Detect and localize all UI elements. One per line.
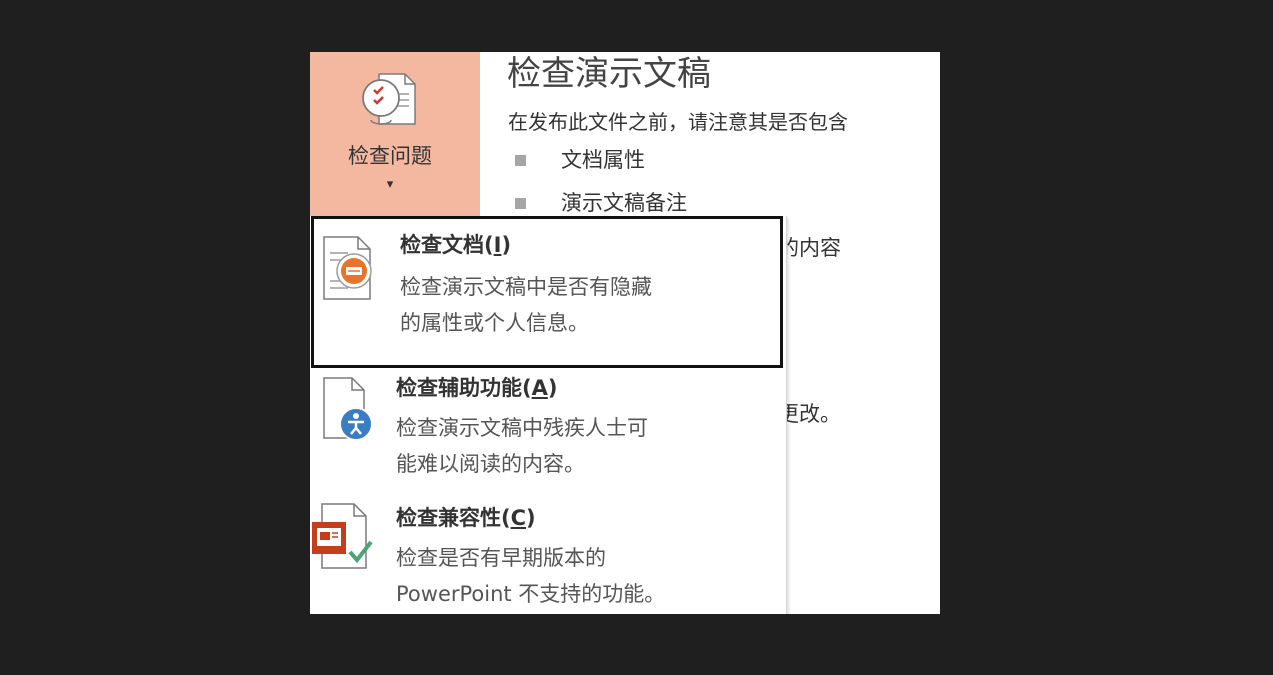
inspect-issues-menu: 检查文档(I) 检查演示文稿中是否有隐藏 的属性或个人信息。 检查辅助功能(A)… — [310, 216, 787, 614]
menu-item-check-compatibility[interactable]: 检查兼容性(C) 检查是否有早期版本的 PowerPoint 不支持的功能。 — [310, 498, 786, 614]
panel-description: 在发布此文件之前，请注意其是否包含 — [508, 110, 848, 134]
menu-item-description: 检查是否有早期版本的 PowerPoint 不支持的功能。 — [396, 546, 666, 606]
panel-title: 检查演示文稿 — [507, 54, 711, 94]
list-item: 文档属性 — [515, 144, 687, 187]
chevron-down-icon: ▾ — [386, 177, 394, 192]
compatibility-checker-icon — [312, 503, 373, 569]
menu-item-title: 检查兼容性(C) — [396, 506, 536, 530]
bullet-square-icon — [515, 155, 526, 166]
inspect-document-icon — [323, 236, 372, 300]
menu-item-title: 检查辅助功能(A) — [396, 376, 558, 400]
backstage-view: 检查演示文稿 在发布此文件之前，请注意其是否包含 文档属性 演示文稿备注 的内容… — [310, 52, 940, 614]
menu-item-inspect-document[interactable]: 检查文档(I) 检查演示文稿中是否有隐藏 的属性或个人信息。 — [311, 216, 783, 368]
screenshot-stage: 检查演示文稿 在发布此文件之前，请注意其是否包含 文档属性 演示文稿备注 的内容… — [0, 0, 1273, 675]
inspect-issues-label: 检查问题 — [348, 144, 432, 168]
menu-item-check-accessibility[interactable]: 检查辅助功能(A) 检查演示文稿中残疾人士可 能难以阅读的内容。 — [310, 368, 786, 498]
menu-item-description: 检查演示文稿中残疾人士可 能难以阅读的内容。 — [396, 416, 648, 476]
document-check-icon — [362, 73, 416, 125]
menu-item-title: 检查文档(I) — [400, 233, 512, 257]
accessibility-checker-icon — [323, 377, 373, 441]
bullet-square-icon — [515, 198, 526, 209]
panel-partial-text: 的内容 — [778, 236, 841, 260]
inspect-issues-button[interactable]: 检查问题 ▾ — [310, 52, 480, 222]
menu-item-description: 检查演示文稿中是否有隐藏 的属性或个人信息。 — [400, 275, 652, 335]
panel-partial-text: 更改。 — [778, 402, 841, 426]
